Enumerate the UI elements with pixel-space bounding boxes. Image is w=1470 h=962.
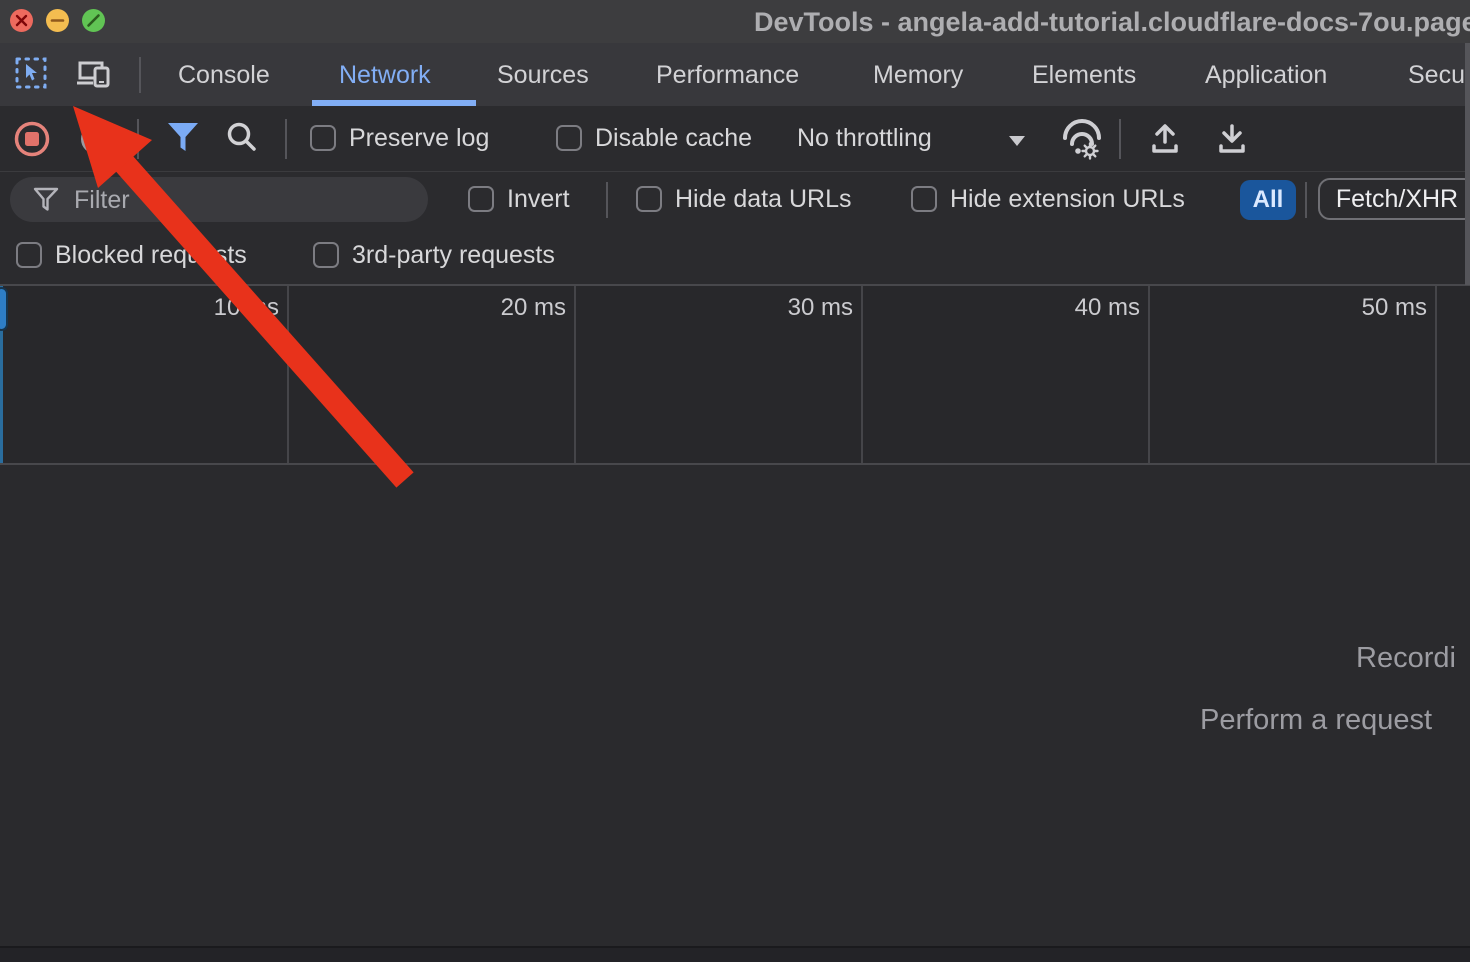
blocked-requests-checkbox[interactable] xyxy=(16,242,42,268)
timeline-tick-label: 20 ms xyxy=(466,294,566,322)
tab-security[interactable]: Secu xyxy=(1408,60,1465,90)
request-type-all-button[interactable]: All xyxy=(1240,180,1296,220)
inspect-cursor-icon xyxy=(13,55,53,95)
timeline-tick-label: 50 ms xyxy=(1327,294,1427,322)
minimize-window-button[interactable] xyxy=(46,9,69,32)
timeline-tick-label: 40 ms xyxy=(1040,294,1140,322)
tab-network[interactable]: Network xyxy=(339,60,431,90)
tab-performance[interactable]: Performance xyxy=(656,60,799,90)
tab-console[interactable]: Console xyxy=(178,60,270,90)
tab-memory[interactable]: Memory xyxy=(873,60,963,90)
filter-divider xyxy=(606,182,608,218)
recording-message: Recordi xyxy=(1356,642,1456,675)
preserve-log-checkbox[interactable] xyxy=(310,125,336,151)
zoom-window-button[interactable] xyxy=(82,9,105,32)
titlebar: DevTools - angela-add-tutorial.cloudflar… xyxy=(0,0,1470,43)
tab-application[interactable]: Application xyxy=(1205,60,1327,90)
hide-data-urls-label[interactable]: Hide data URLs xyxy=(675,185,851,214)
hide-extension-urls-checkbox[interactable] xyxy=(911,186,937,212)
request-type-fetch-xhr-button[interactable]: Fetch/XHR xyxy=(1318,178,1470,220)
export-download-icon xyxy=(1214,119,1250,157)
filter-input[interactable] xyxy=(72,183,416,218)
window-title: DevTools - angela-add-tutorial.cloudflar… xyxy=(754,7,1470,38)
timeline-gridline xyxy=(1148,286,1150,463)
third-party-requests-label[interactable]: 3rd-party requests xyxy=(352,241,555,270)
third-party-requests-checkbox[interactable] xyxy=(313,242,339,268)
filter-input-container xyxy=(10,177,428,222)
devtools-window: { "window": { "title": "DevTools - angel… xyxy=(0,0,1470,960)
zoom-icon xyxy=(82,9,105,32)
network-conditions-wifi-gear-icon xyxy=(1059,117,1105,163)
network-overview-timeline[interactable]: 10 ms 20 ms 30 ms 40 ms 50 ms xyxy=(0,284,1470,465)
timeline-tick-label: 10 ms xyxy=(179,294,279,322)
toolbar-divider xyxy=(137,119,139,159)
more-filters-row: Blocked requests 3rd-party requests xyxy=(0,228,1470,284)
stop-recording-button[interactable] xyxy=(14,121,50,162)
disable-cache-label[interactable]: Disable cache xyxy=(595,124,752,153)
timeline-gridline xyxy=(287,286,289,463)
selection-drag-handle[interactable] xyxy=(0,287,8,331)
tab-sources[interactable]: Sources xyxy=(497,60,589,90)
timeline-gridline xyxy=(861,286,863,463)
throttling-dropdown-button[interactable] xyxy=(1008,134,1026,152)
close-icon xyxy=(10,9,33,32)
network-toolbar: Preserve log Disable cache No throttling xyxy=(0,106,1470,172)
record-stop-icon xyxy=(14,121,50,157)
hide-data-urls-checkbox[interactable] xyxy=(636,186,662,212)
search-button[interactable] xyxy=(224,120,260,161)
disable-cache-checkbox[interactable] xyxy=(556,125,582,151)
timeline-tick-label: 30 ms xyxy=(753,294,853,322)
filter-toggle-button[interactable] xyxy=(166,121,200,160)
toolbar-divider xyxy=(1119,119,1121,159)
chevron-down-icon xyxy=(1008,135,1026,147)
clear-network-log-button[interactable] xyxy=(80,123,112,160)
toolbar-divider xyxy=(285,119,287,159)
blocked-requests-label[interactable]: Blocked requests xyxy=(55,241,247,270)
preserve-log-label[interactable]: Preserve log xyxy=(349,124,489,153)
inspect-element-button[interactable] xyxy=(12,54,54,96)
network-conditions-button[interactable] xyxy=(1059,117,1105,168)
throttling-select[interactable]: No throttling xyxy=(797,124,932,153)
export-har-button[interactable] xyxy=(1214,119,1250,162)
hide-extension-urls-label[interactable]: Hide extension URLs xyxy=(950,185,1185,214)
invert-label[interactable]: Invert xyxy=(507,185,570,214)
timeline-gridline xyxy=(574,286,576,463)
invert-checkbox[interactable] xyxy=(468,186,494,212)
toggle-device-toolbar-button[interactable] xyxy=(74,54,116,96)
tabbar-divider xyxy=(139,57,141,93)
device-toolbar-icon xyxy=(75,55,115,95)
import-upload-icon xyxy=(1147,119,1183,157)
filter-funnel-icon xyxy=(166,121,200,155)
search-icon xyxy=(224,120,260,156)
tab-elements[interactable]: Elements xyxy=(1032,60,1136,90)
filter-divider xyxy=(1305,182,1307,218)
timeline-gridline xyxy=(1435,286,1437,463)
clear-icon xyxy=(80,123,112,155)
network-filter-row: Invert Hide data URLs Hide extension URL… xyxy=(0,172,1470,228)
filter-funnel-outline-icon xyxy=(32,186,60,214)
minimize-icon xyxy=(46,9,69,32)
import-har-button[interactable] xyxy=(1147,119,1183,162)
window-edge xyxy=(1465,43,1470,285)
close-window-button[interactable] xyxy=(10,9,33,32)
perform-request-message: Perform a request xyxy=(1200,704,1432,737)
devtools-tabbar: Console Network Sources Performance Memo… xyxy=(0,43,1470,107)
